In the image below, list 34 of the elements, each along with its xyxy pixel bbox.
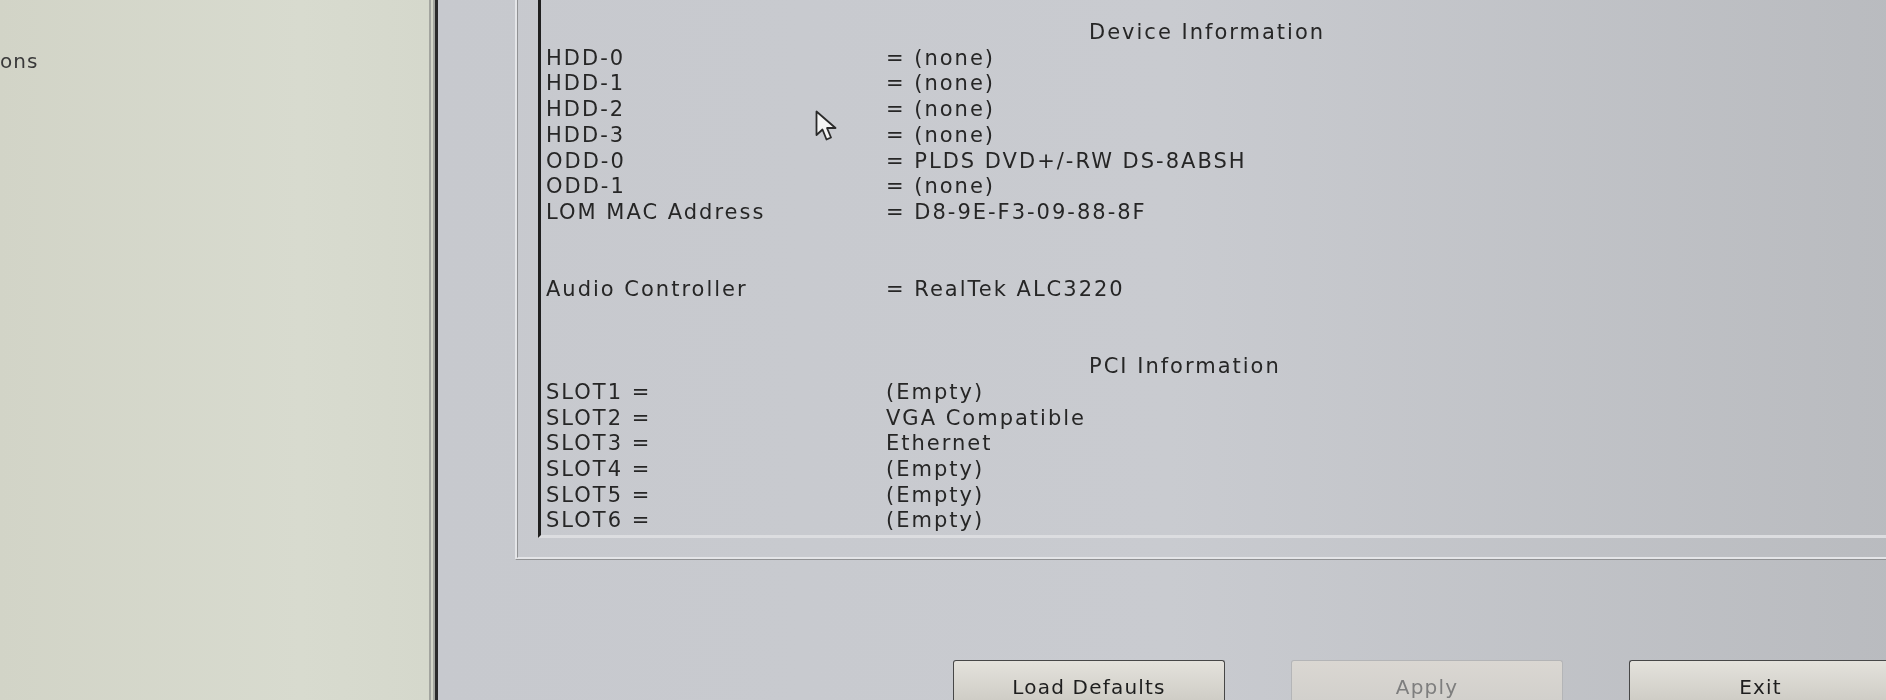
field-value: = (none) — [886, 71, 996, 98]
field-label: LOM MAC Address — [546, 199, 766, 226]
field-value: (Empty) — [886, 482, 985, 509]
dialog-button[interactable]: Load Defaults — [953, 660, 1225, 700]
field-label: SLOT6 = — [546, 508, 652, 535]
field-value: = (none) — [886, 97, 996, 123]
field-label: HDD-0 — [546, 45, 626, 72]
section-heading: Device Information — [1089, 20, 1326, 46]
field-value: = (none) — [886, 122, 996, 149]
field-label: Audio Controller — [546, 277, 748, 303]
field-value: VGA Compatible — [886, 405, 1086, 432]
section-heading: PCI Information — [1089, 354, 1281, 380]
mouse-cursor-icon — [815, 110, 839, 142]
field-label: HDD-2 — [546, 97, 626, 123]
field-label: HDD-3 — [546, 122, 626, 149]
field-value: Ethernet — [886, 431, 993, 457]
field-label: SLOT1 = — [546, 379, 652, 406]
field-value: = (none) — [886, 174, 996, 200]
side-panel-text: ons — [0, 48, 39, 74]
dialog-button[interactable]: Exit — [1629, 660, 1886, 700]
field-label: SLOT2 = — [546, 405, 652, 432]
field-label: ODD-1 — [546, 174, 626, 200]
field-value: = (none) — [886, 45, 996, 72]
field-label: ODD-0 — [546, 148, 626, 175]
field-value: (Empty) — [886, 508, 985, 535]
field-label: SLOT4 = — [546, 456, 652, 483]
field-value: (Empty) — [886, 379, 985, 406]
field-label: SLOT5 = — [546, 482, 652, 509]
field-label: SLOT3 = — [546, 431, 652, 457]
field-label: HDD-1 — [546, 71, 626, 98]
field-value: = D8-9E-F3-09-88-8F — [886, 199, 1147, 226]
field-value: = RealTek ALC3220 — [886, 277, 1125, 303]
field-value: (Empty) — [886, 456, 985, 483]
field-value: = PLDS DVD+/-RW DS-8ABSH — [886, 148, 1247, 175]
